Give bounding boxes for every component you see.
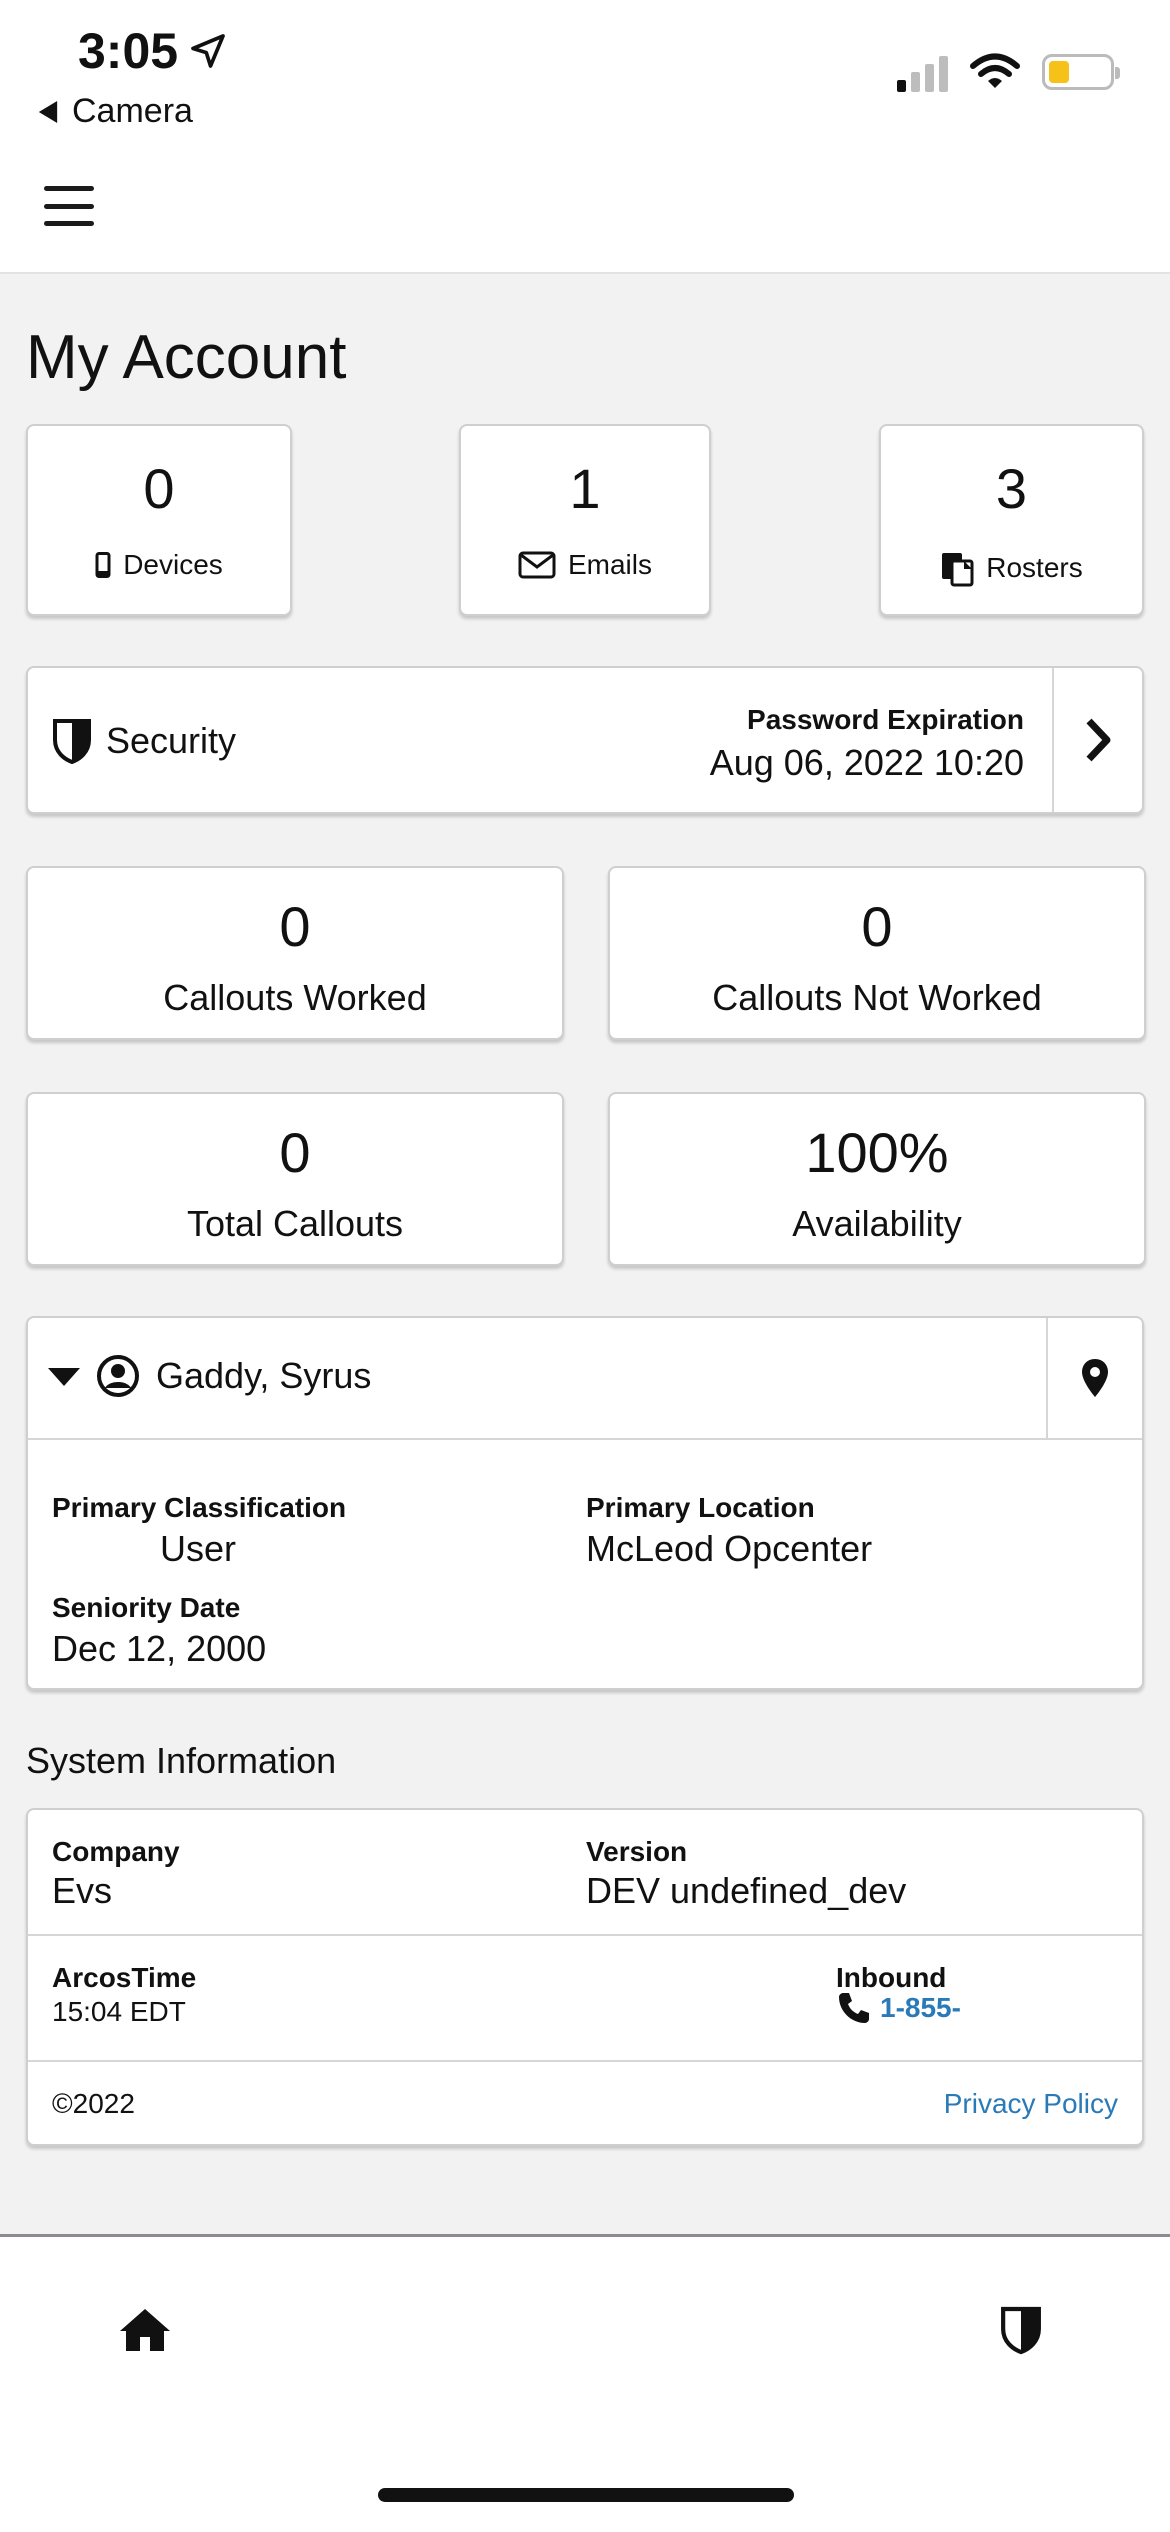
primary-classification-label: Primary Classification	[52, 1492, 347, 1523]
inbound-phone-number: 1-855-	[880, 1992, 961, 2023]
password-expiration-date: Aug 06, 2022 10:20	[709, 742, 1024, 783]
primary-location-value: McLeod Opcenter	[586, 1528, 873, 1569]
devices-label: Devices	[123, 549, 223, 580]
total-callouts-label: Total Callouts	[186, 1203, 404, 1244]
security-open-button[interactable]	[1052, 668, 1142, 812]
arcos-time-label: ArcosTime	[52, 1962, 197, 1993]
primary-classification-value: User	[160, 1528, 237, 1569]
status-time: 3:05	[78, 22, 228, 80]
arcos-time-value: 15:04 EDT	[52, 1996, 186, 2027]
inbound-phone-link[interactable]: 1-855-	[836, 1990, 961, 2026]
back-app-label: Camera	[72, 92, 193, 130]
company-value: Evs	[52, 1870, 113, 1911]
copyright-text: ©2022	[52, 2088, 135, 2119]
divider	[28, 2060, 1142, 2062]
tab-home[interactable]	[118, 2307, 172, 2358]
profile-card: Gaddy, Syrus Primary Classification User…	[26, 1316, 1144, 1690]
rosters-card[interactable]: 3 Rosters	[879, 424, 1144, 616]
callouts-worked-value: 0	[279, 895, 311, 958]
location-pin-button[interactable]	[1046, 1318, 1142, 1438]
rosters-count: 3	[995, 457, 1028, 520]
availability-label: Availability	[792, 1203, 962, 1244]
profile-name: Gaddy, Syrus	[156, 1355, 372, 1396]
callouts-worked-card: 0 Callouts Worked	[26, 866, 564, 1040]
version-value: DEV undefined_dev	[586, 1870, 907, 1911]
phone-icon	[95, 552, 111, 578]
top-bar: 3:05 Camera	[0, 0, 1170, 274]
divider	[28, 1934, 1142, 1936]
emails-card[interactable]: 1 Emails	[459, 424, 711, 616]
devices-count: 0	[143, 457, 175, 520]
status-time-text: 3:05	[78, 23, 179, 79]
primary-location-label: Primary Location	[586, 1492, 815, 1523]
clipboard-icon	[942, 553, 974, 587]
status-indicators	[897, 52, 1120, 92]
tab-security[interactable]	[1000, 2305, 1042, 2360]
cellular-signal-icon	[897, 52, 948, 92]
system-information-heading: System Information	[26, 1740, 337, 1781]
total-callouts-value: 0	[279, 1121, 311, 1184]
shield-icon	[1001, 2306, 1041, 2355]
callouts-not-worked-label: Callouts Not Worked	[712, 977, 1042, 1018]
availability-value: 100%	[805, 1121, 949, 1184]
rosters-label: Rosters	[986, 552, 1083, 583]
shield-icon	[53, 719, 91, 764]
profile-header[interactable]: Gaddy, Syrus	[28, 1318, 1142, 1440]
emails-label: Emails	[567, 549, 652, 580]
company-label: Company	[52, 1836, 180, 1867]
home-icon	[120, 2309, 170, 2351]
callouts-not-worked-value: 0	[861, 895, 893, 958]
battery-icon	[1042, 54, 1120, 90]
system-information-card: Company Evs Version DEV undefined_dev Ar…	[26, 1808, 1144, 2146]
callouts-not-worked-card: 0 Callouts Not Worked	[608, 866, 1146, 1040]
map-pin-icon	[1082, 1359, 1108, 1397]
home-indicator[interactable]	[378, 2488, 794, 2502]
devices-card[interactable]: 0 Devices	[26, 424, 292, 616]
security-card[interactable]: Security Password Expiration Aug 06, 202…	[26, 666, 1144, 814]
chevron-right-icon	[1086, 718, 1111, 762]
envelope-icon	[518, 551, 556, 579]
security-label: Security	[106, 720, 237, 761]
emails-count: 1	[569, 457, 601, 520]
phone-handset-icon	[839, 1993, 869, 2023]
privacy-policy-link[interactable]: Privacy Policy	[944, 2088, 1118, 2120]
seniority-date-label: Seniority Date	[52, 1592, 241, 1623]
total-callouts-card: 0 Total Callouts	[26, 1092, 564, 1266]
availability-card: 100% Availability	[608, 1092, 1146, 1266]
back-to-camera-button[interactable]: Camera	[38, 92, 193, 131]
version-label: Version	[586, 1836, 688, 1867]
seniority-date-value: Dec 12, 2000	[52, 1628, 267, 1669]
menu-hamburger-icon[interactable]	[44, 186, 94, 226]
caret-down-icon[interactable]	[48, 1366, 80, 1386]
page-title: My Account	[26, 323, 347, 392]
callouts-worked-label: Callouts Worked	[163, 977, 427, 1018]
back-triangle-icon	[38, 100, 58, 123]
wifi-icon	[970, 53, 1020, 88]
user-circle-icon	[97, 1355, 139, 1397]
password-expiration-label: Password Expiration	[747, 704, 1024, 735]
location-arrow-icon	[191, 34, 225, 68]
